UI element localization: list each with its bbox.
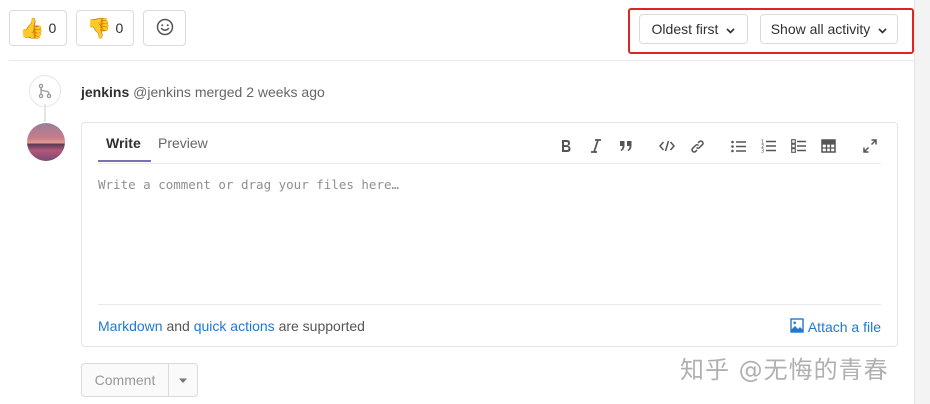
tab-preview[interactable]: Preview (158, 135, 208, 151)
comment-button[interactable]: Comment (82, 364, 169, 396)
activity-note: jenkins @jenkins merged 2 weeks ago (81, 84, 325, 100)
thumbs-down-button[interactable]: 👎 0 (76, 10, 134, 46)
thumbs-up-count: 0 (48, 20, 57, 36)
tab-write[interactable]: Write (106, 135, 141, 151)
thumbs-down-icon: 👎 (86, 16, 112, 40)
comment-button-group: Comment (81, 363, 198, 397)
bold-icon[interactable] (556, 135, 576, 157)
code-icon[interactable] (657, 135, 677, 157)
author-name[interactable]: jenkins (81, 84, 129, 100)
task-list-icon[interactable] (788, 135, 808, 157)
italic-icon[interactable] (586, 135, 606, 157)
timeline-line (44, 104, 46, 122)
markdown-hint-supported: are supported (278, 318, 365, 334)
avatar (27, 123, 65, 161)
comment-textarea[interactable] (98, 173, 881, 301)
svg-text:3: 3 (761, 149, 764, 154)
quick-actions-link[interactable]: quick actions (194, 318, 275, 334)
thumbs-up-icon: 👍 (19, 16, 45, 40)
markdown-hint-and: and (166, 318, 190, 334)
author-handle[interactable]: @jenkins (133, 84, 191, 100)
scrollbar[interactable] (914, 0, 930, 404)
smiley-icon (156, 18, 174, 39)
link-icon[interactable] (687, 135, 707, 157)
caret-down-icon (178, 371, 188, 389)
footer-divider (98, 304, 881, 305)
table-icon[interactable] (818, 135, 838, 157)
quote-icon[interactable] (616, 135, 636, 157)
comment-editor: Write Preview 123 Markdown and quick act… (81, 122, 898, 347)
tab-active-indicator (98, 160, 151, 162)
activity-action: merged (194, 84, 243, 100)
thumbs-up-button[interactable]: 👍 0 (9, 10, 67, 46)
markdown-hint: Markdown and quick actions are supported (98, 318, 365, 334)
tabs-divider (98, 163, 881, 164)
thumbs-down-count: 0 (115, 20, 124, 36)
highlight-box (628, 8, 914, 54)
numbered-list-icon[interactable]: 123 (758, 135, 778, 157)
merge-icon (29, 75, 61, 107)
image-icon (790, 318, 804, 336)
comment-options-toggle[interactable] (169, 364, 197, 396)
attach-file-button[interactable]: Attach a file (790, 318, 881, 336)
markdown-link[interactable]: Markdown (98, 318, 163, 334)
attach-file-label: Attach a file (807, 319, 881, 335)
fullscreen-icon[interactable] (860, 135, 880, 157)
watermark: 知乎 @无悔的青春 (680, 356, 889, 384)
add-reaction-button[interactable] (143, 10, 186, 46)
activity-time: 2 weeks ago (246, 84, 325, 100)
bullet-list-icon[interactable] (728, 135, 748, 157)
divider (9, 60, 914, 61)
